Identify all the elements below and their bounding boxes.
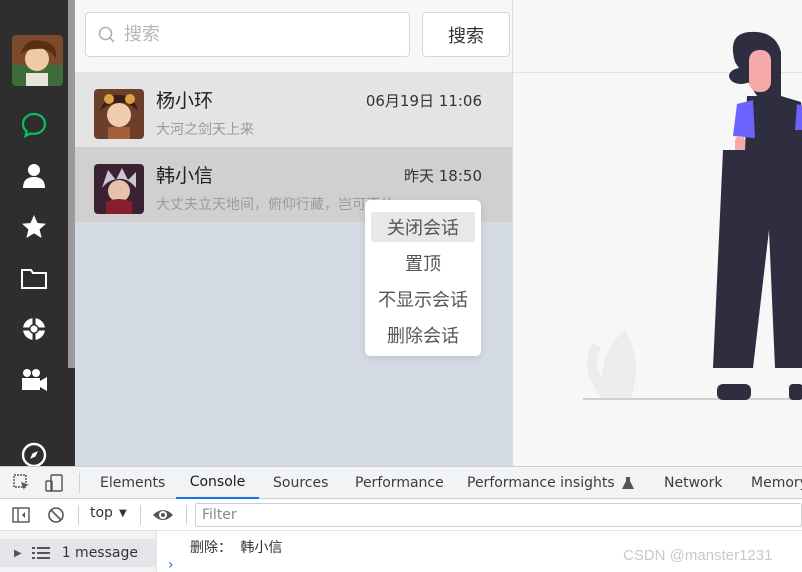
folder-icon[interactable] <box>20 264 48 292</box>
filter-placeholder: Filter <box>202 507 237 523</box>
devtools-panel: Elements Console Sources Performance Per… <box>0 466 802 572</box>
devtools-tabbar: Elements Console Sources Performance Per… <box>0 467 802 499</box>
tab-label: Performance insights <box>467 475 615 491</box>
app-sidebar <box>0 0 75 469</box>
contact-name: 杨小环 <box>156 90 214 112</box>
menu-item-hide-conversation[interactable]: 不显示会话 <box>371 284 475 314</box>
empty-state-illustration <box>583 31 802 402</box>
divider <box>79 473 80 493</box>
message-time: 昨天 18:50 <box>404 167 482 185</box>
my-avatar[interactable] <box>12 35 63 86</box>
search-bar: 搜索 <box>75 0 512 72</box>
chevron-right-icon: ▶ <box>14 547 22 559</box>
messages-count-label: 1 message <box>61 545 138 561</box>
console-toolbar: top ▼ Filter <box>0 499 802 531</box>
console-sidebar: ▶ 1 message <box>0 531 157 572</box>
moments-icon[interactable] <box>20 315 48 343</box>
inspect-element-icon[interactable] <box>12 473 32 497</box>
tab-console[interactable]: Console <box>176 467 259 499</box>
menu-item-close-conversation[interactable]: 关闭会话 <box>371 212 475 242</box>
clear-console-icon[interactable] <box>46 505 66 529</box>
flask-icon <box>621 477 634 489</box>
sidebar-toggle-icon[interactable] <box>11 505 31 529</box>
context-menu: 关闭会话 置顶 不显示会话 删除会话 <box>365 200 481 356</box>
menu-item-pin[interactable]: 置顶 <box>371 248 475 278</box>
discover-icon[interactable] <box>20 441 48 469</box>
search-input[interactable] <box>124 24 384 45</box>
context-selector[interactable]: top ▼ <box>90 505 127 521</box>
live-expression-eye-icon[interactable] <box>152 505 174 529</box>
search-icon <box>98 26 115 43</box>
contact-name: 韩小信 <box>156 165 214 187</box>
divider <box>140 505 141 525</box>
device-toolbar-icon[interactable] <box>44 473 64 497</box>
menu-item-delete-conversation[interactable]: 删除会话 <box>371 320 475 350</box>
conversation-item[interactable]: 杨小环 06月19日 11:06 大河之剑天上来 <box>75 72 512 147</box>
chat-icon[interactable] <box>20 111 48 139</box>
message-time: 06月19日 11:06 <box>365 92 482 110</box>
console-prompt-icon[interactable]: › <box>168 557 174 572</box>
console-log-line: 删除： 韩小信 <box>190 540 283 556</box>
search-field[interactable] <box>85 12 410 57</box>
avatar <box>94 89 144 139</box>
watermark: CSDN @manster1231 <box>623 547 773 564</box>
tab-elements[interactable]: Elements <box>100 467 165 499</box>
chat-panel <box>512 0 802 466</box>
tab-memory[interactable]: Memory <box>751 467 802 499</box>
avatar <box>94 164 144 214</box>
divider <box>78 505 79 525</box>
list-icon <box>31 547 50 559</box>
video-icon[interactable] <box>20 366 48 394</box>
last-message: 大河之剑天上来 <box>156 122 254 138</box>
favorites-icon[interactable] <box>20 213 48 241</box>
divider <box>186 505 187 525</box>
search-button[interactable]: 搜索 <box>422 12 510 57</box>
contacts-icon[interactable] <box>20 162 48 190</box>
chevron-down-icon: ▼ <box>118 507 127 519</box>
sidebar-scrollbar[interactable] <box>68 0 75 368</box>
tab-network[interactable]: Network <box>664 467 722 499</box>
tab-performance[interactable]: Performance <box>355 467 444 499</box>
console-filter-input[interactable]: Filter <box>195 503 802 527</box>
messages-filter-item[interactable]: ▶ 1 message <box>0 539 157 567</box>
context-selector-value: top <box>90 505 113 521</box>
tab-sources[interactable]: Sources <box>273 467 328 499</box>
tab-performance-insights[interactable]: Performance insights <box>467 467 635 499</box>
